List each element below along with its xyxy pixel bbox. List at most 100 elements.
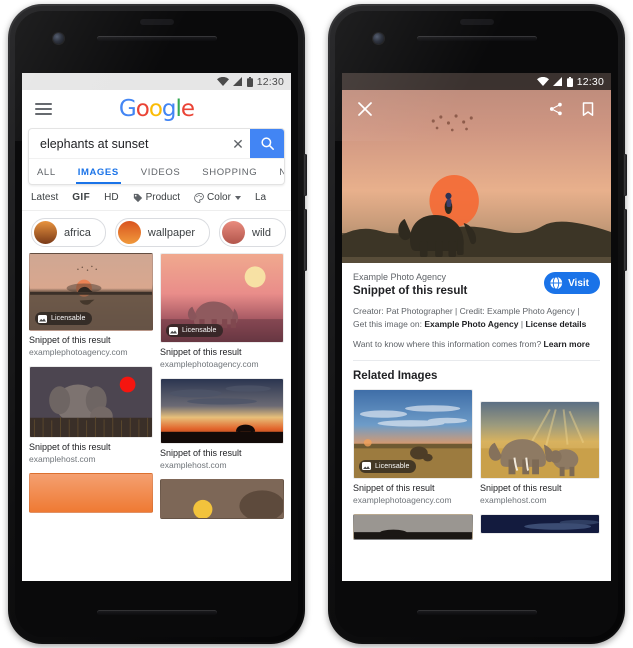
filter-label: Latest [31,192,59,203]
related-snippet: Snippet of this result [480,482,562,493]
status-bar: 12:30 [22,73,291,90]
image-viewer-hero[interactable]: 12:30 [342,73,611,263]
result-snippet: Snippet of this result [160,347,242,357]
suggestion-chip-wallpaper[interactable]: wallpaper [114,218,210,247]
hamburger-menu-icon[interactable] [35,103,52,115]
filter-gif[interactable]: GIF [72,192,90,203]
signal-icon [232,77,242,86]
related-host: examplephotoagency.com [353,494,452,505]
bookmark-icon [582,101,594,116]
share-icon [549,102,562,116]
app-header: Google [22,90,291,128]
tab-videos[interactable]: VIDEOS [141,167,181,184]
related-column-right: Snippet of this result examplehost.com [480,389,600,548]
divider [353,359,600,361]
image-result-card-partial[interactable] [160,478,284,519]
learn-more-prefix: Want to know where this information come… [353,339,544,350]
image-results-grid: Licensable Snippet of this result exampl… [22,253,291,527]
related-image-card[interactable]: Licensable Snippet of this result exampl… [353,388,473,506]
visit-button[interactable]: Visit [544,272,600,294]
related-thumbnail[interactable] [480,513,600,534]
power-button[interactable] [304,154,307,196]
filter-product[interactable]: Product [133,192,180,203]
learn-more-link[interactable]: Learn more [544,339,590,349]
image-result-card[interactable]: Licensable Snippet of this result exampl… [29,253,153,358]
thumbnail-art [30,366,152,437]
tab-images[interactable]: IMAGES [75,167,121,184]
close-icon [358,102,372,116]
filter-overflow[interactable]: La [255,192,266,203]
tab-shopping[interactable]: SHOPPING [202,167,257,184]
image-badge-icon [38,314,47,323]
result-thumbnail[interactable] [29,365,153,438]
related-image-card[interactable]: Snippet of this result examplehost.com [480,400,600,506]
result-snippet: Snippet of this result [29,441,111,452]
search-input[interactable]: elephants at sunset [29,137,226,151]
chip-label: wild [252,226,271,239]
license-details-link[interactable]: License details [525,319,586,329]
earpiece-speaker [96,36,217,41]
bookmark-button[interactable] [577,98,599,120]
volume-button[interactable] [624,209,627,271]
licensable-label: Licensable [375,462,410,470]
tab-all[interactable]: ALL [37,167,56,184]
share-button[interactable] [545,98,567,120]
result-host: examplehost.com [160,460,227,471]
tab-news[interactable]: NEWS [279,167,284,184]
result-thumbnail[interactable] [29,472,153,513]
licensable-badge: Licensable [35,312,93,325]
screen-right: 12:30 Example Photo Agency Snippet of th… [342,73,611,581]
result-thumbnail[interactable] [160,377,284,444]
suggestion-chip-wild[interactable]: wild [219,218,286,247]
thumbnail-art [161,378,283,443]
thumbnail-art [481,514,599,533]
logo-letter: g [161,96,177,122]
visit-label: Visit [568,277,589,289]
results-column-right: Licensable Snippet of this result exampl… [160,253,284,527]
search-button[interactable] [250,129,284,158]
image-result-card[interactable]: Snippet of this result examplehost.com [160,377,284,471]
result-thumbnail[interactable] [160,478,284,519]
status-bar: 12:30 [342,73,611,90]
phone-glass: 12:30 Example Photo Agency Snippet of th… [335,11,618,637]
filter-label: Product [145,192,181,203]
phone-glass: 12:30 Google elephants at sunset ✕ ALL I… [15,11,298,637]
earpiece-speaker [416,36,537,41]
search-tabs: ALL IMAGES VIDEOS SHOPPING NEWS [29,158,284,184]
thumbnail-art [481,401,599,478]
screenshot-canvas: 12:30 Google elephants at sunset ✕ ALL I… [0,0,633,648]
clear-search-icon[interactable]: ✕ [226,137,250,151]
result-snippet: Snippet of this result [29,335,111,345]
result-thumbnail[interactable]: Licensable [160,253,284,343]
close-button[interactable] [354,98,376,120]
filter-color[interactable]: Color [194,192,241,203]
filter-row: Latest GIF HD Product Color La [22,185,291,211]
filter-latest[interactable]: Latest [31,192,58,203]
source-link[interactable]: Example Photo Agency [424,319,518,329]
related-image-card-partial[interactable] [480,513,600,534]
related-thumbnail[interactable] [353,513,473,540]
suggestion-chip-row: africa wallpaper wild [22,211,291,253]
image-result-card[interactable]: Licensable Snippet of this result exampl… [160,253,284,370]
suggestion-chip-africa[interactable]: africa [31,218,106,247]
filter-hd[interactable]: HD [104,192,118,203]
related-image-card-partial[interactable] [353,513,473,540]
learn-more-line: Want to know where this information come… [353,338,600,350]
top-speaker-slot [139,19,174,25]
image-detail-panel: Example Photo Agency Snippet of this res… [342,263,611,361]
image-metadata: Creator: Pat Photographer | Credit: Exam… [353,305,600,331]
result-thumbnail[interactable]: Licensable [29,253,153,331]
power-button[interactable] [624,154,627,196]
status-clock: 12:30 [576,75,604,88]
image-result-card-partial[interactable] [29,472,153,513]
screen-left: 12:30 Google elephants at sunset ✕ ALL I… [22,73,291,581]
image-result-card[interactable]: Snippet of this result examplehost.com [29,365,153,465]
licensable-badge: Licensable [166,324,224,337]
related-thumbnail[interactable]: Licensable [353,388,473,479]
logo-letter: o [148,96,163,122]
globe-icon [549,276,563,290]
volume-button[interactable] [304,209,307,271]
bottom-speaker [416,610,537,615]
related-thumbnail[interactable] [480,400,600,479]
related-snippet: Snippet of this result [353,482,435,493]
